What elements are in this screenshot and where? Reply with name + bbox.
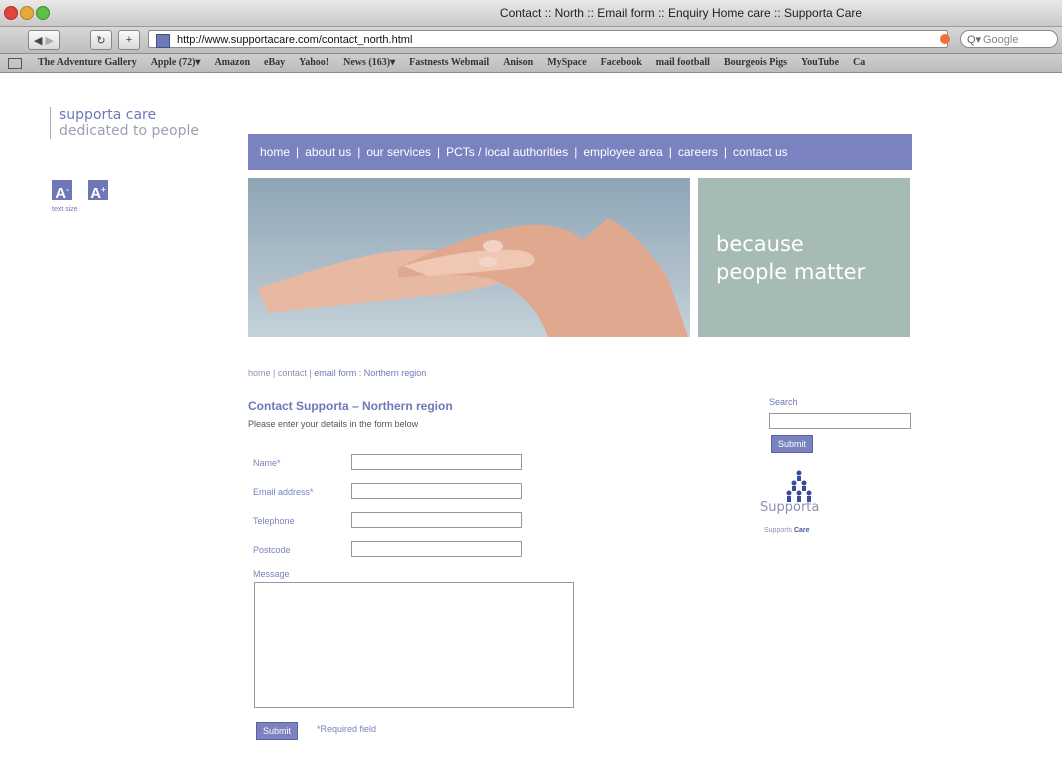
rss-icon[interactable] — [940, 34, 950, 44]
nav-item-employee-area[interactable]: employee area — [583, 145, 662, 159]
email-label: Email address* — [253, 487, 314, 497]
reload-icon: ↻ — [96, 34, 106, 47]
bookmark-item[interactable]: Facebook — [601, 57, 642, 68]
bookmark-item[interactable]: News (163)▾ — [343, 57, 395, 68]
bookmark-item[interactable]: Fastnests Webmail — [409, 57, 489, 68]
hands-illustration — [258, 218, 688, 337]
text-size-decrease-label: A — [55, 185, 67, 202]
sidebar-search-label: Search — [769, 397, 798, 407]
text-size-increase-button[interactable]: A+ — [88, 180, 108, 202]
form-instructions: Please enter your details in the form be… — [248, 419, 419, 429]
name-field[interactable] — [351, 454, 522, 470]
main-navigation: home | about us | our services | PCTs / local … — [248, 134, 912, 170]
email-field[interactable] — [351, 483, 522, 499]
page-title: Contact Supporta – Northern region — [248, 399, 453, 413]
tagline: because people matter — [716, 230, 865, 286]
sidebar-search-input[interactable] — [769, 413, 911, 429]
bookmark-item[interactable]: Amazon — [214, 57, 250, 68]
breadcrumb-home[interactable]: home — [248, 368, 271, 378]
plus-icon: + — [125, 34, 133, 46]
bookmark-item[interactable]: eBay — [264, 57, 285, 68]
address-bar[interactable]: http://www.supportacare.com/contact_nort… — [148, 30, 948, 48]
message-textarea[interactable] — [254, 582, 574, 708]
bookmark-item[interactable]: Apple (72)▾ — [151, 57, 201, 68]
nav-item-careers[interactable]: careers — [678, 145, 718, 159]
bookmarks-list: The Adventure Gallery Apple (72)▾ Amazon eB… — [38, 57, 865, 68]
nav-separator: | — [668, 145, 672, 159]
nav-separator: | — [437, 145, 441, 159]
telephone-label: Telephone — [253, 516, 295, 526]
sidebar-search-submit-button[interactable]: Submit — [771, 435, 814, 453]
postcode-field[interactable] — [351, 541, 522, 557]
nav-separator: | — [296, 145, 300, 159]
browser-search-field[interactable]: Q▾ Google — [960, 30, 1058, 48]
text-size-increase-label: A — [90, 185, 102, 202]
hero-image-hands — [248, 178, 690, 337]
tagline-line2: people matter — [716, 260, 866, 284]
text-size-label: text size — [52, 206, 78, 213]
reload-button[interactable]: ↻ — [90, 30, 112, 50]
breadcrumb-current: email form : Northern region — [314, 368, 427, 378]
back-forward-button[interactable]: ◀ ▶ — [28, 30, 60, 50]
postcode-label: Postcode — [253, 545, 291, 555]
tagline-panel: because people matter — [698, 178, 910, 337]
site-logo[interactable]: supporta care dedicated to people — [50, 107, 199, 139]
window-title: Contact :: North :: Email form :: Enquir… — [499, 6, 863, 20]
add-bookmark-button[interactable]: + — [118, 30, 140, 50]
bookmark-item[interactable]: Ca — [853, 57, 865, 68]
bookmarks-bar: The Adventure Gallery Apple (72)▾ Amazon eB… — [0, 54, 1062, 73]
message-label: Message — [253, 569, 290, 579]
back-arrow-icon: ◀ — [34, 34, 43, 47]
nav-separator: | — [574, 145, 578, 159]
nav-item-our-services[interactable]: our services — [366, 145, 431, 159]
bookmark-item[interactable]: Anison — [503, 57, 533, 68]
bookmark-item[interactable]: mail football — [656, 57, 710, 68]
telephone-field[interactable] — [351, 512, 522, 528]
forward-arrow-icon: ▶ — [45, 34, 54, 47]
form-submit-button[interactable]: Submit — [256, 722, 299, 740]
bookmark-item[interactable]: YouTube — [801, 57, 839, 68]
brand-sub-bold: Care — [793, 527, 810, 534]
bookmark-item[interactable]: Bourgeois Pigs — [724, 57, 787, 68]
nav-item-contact-us[interactable]: contact us — [733, 145, 788, 159]
search-icon: Q▾ — [967, 34, 982, 46]
browser-search-placeholder: Google — [983, 34, 1019, 46]
bookmark-item[interactable]: Yahoo! — [299, 57, 329, 68]
brand-name: Supporta — [760, 500, 820, 515]
bookmark-item[interactable]: MySpace — [547, 57, 586, 68]
name-label: Name* — [253, 458, 281, 468]
browser-toolbar: ◀ ▶ ↻ + http://www.supportacare.com/cont… — [0, 27, 1062, 54]
breadcrumb-contact[interactable]: contact — [278, 368, 307, 378]
nav-separator: | — [357, 145, 361, 159]
logo-name: supporta care — [59, 107, 157, 123]
nav-separator: | — [723, 145, 727, 159]
bookmarks-book-icon[interactable] — [8, 58, 22, 69]
site-favicon-icon — [156, 34, 170, 48]
nav-item-pcts-local-authorities[interactable]: PCTs / local authorities — [446, 145, 568, 159]
nav-item-about-us[interactable]: about us — [305, 145, 351, 159]
brand-subline: Supports Care — [764, 527, 810, 534]
required-field-note: *Required field — [317, 724, 377, 734]
text-size-decrease-button[interactable]: A- — [52, 180, 72, 202]
tagline-line1: because — [716, 232, 804, 256]
logo-strapline: dedicated to people — [59, 123, 199, 139]
nav-item-home[interactable]: home — [260, 145, 290, 159]
window-titlebar: Contact :: North :: Email form :: Enquir… — [0, 0, 1062, 27]
brand-sub-prefix: Supports — [764, 527, 793, 534]
bookmark-item[interactable]: The Adventure Gallery — [38, 57, 137, 68]
breadcrumb: home | contact | email form : Northern r… — [248, 368, 427, 378]
